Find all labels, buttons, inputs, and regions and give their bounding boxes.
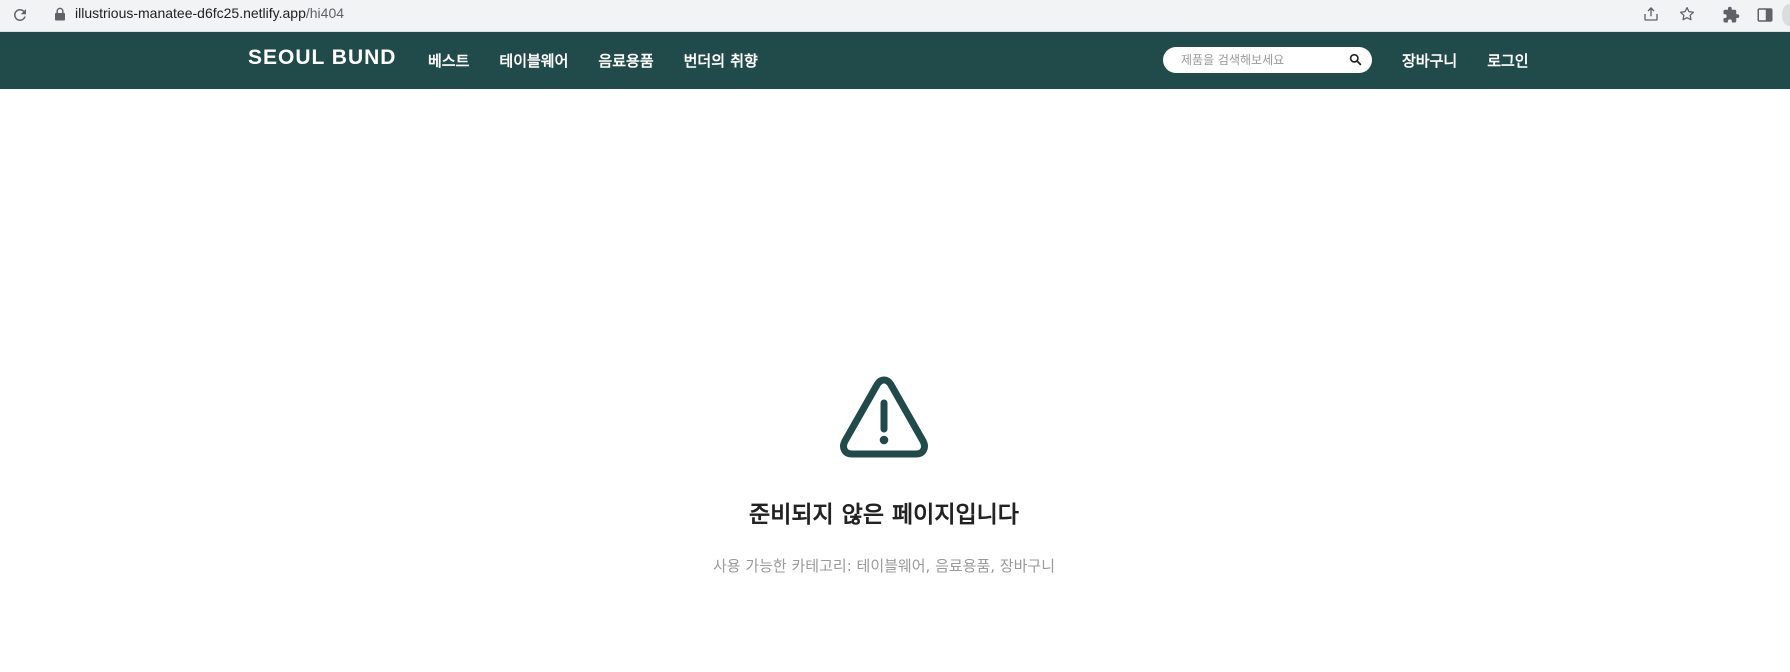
main-content: 준비되지 않은 페이지입니다 사용 가능한 카테고리: 테이블웨어, 음료용품,… [0, 89, 1790, 672]
warning-icon [840, 376, 928, 458]
search-box [1163, 47, 1372, 73]
puzzle-icon[interactable] [1722, 6, 1740, 24]
nav-item-drinkware[interactable]: 음료용품 [598, 50, 653, 71]
star-icon[interactable] [1678, 5, 1696, 23]
available-categories-text: 사용 가능한 카테고리: 테이블웨어, 음료용품, 장바구니 [712, 557, 1056, 575]
page-title: 준비되지 않은 페이지입니다 [749, 502, 1019, 528]
url-path: /hi404 [305, 5, 345, 21]
search-input[interactable] [1181, 51, 1341, 69]
side-panel-icon[interactable] [1756, 6, 1774, 24]
site-logo[interactable]: SEOUL BUND [248, 46, 396, 70]
url-text[interactable]: illustrious-manatee-d6fc25.netlify.app/h… [75, 5, 344, 21]
address-bar[interactable]: illustrious-manatee-d6fc25.netlify.app/h… [42, 1, 1710, 27]
nav-item-best[interactable]: 베스트 [428, 50, 469, 71]
nav-item-bunder-pick[interactable]: 번더의 취향 [684, 50, 758, 71]
lock-icon[interactable] [54, 7, 66, 21]
search-icon[interactable] [1349, 53, 1362, 66]
share-icon[interactable] [1642, 5, 1660, 23]
nav-item-tableware[interactable]: 테이블웨어 [499, 50, 568, 71]
browser-toolbar: illustrious-manatee-d6fc25.netlify.app/h… [0, 0, 1790, 32]
reload-icon[interactable] [11, 6, 29, 24]
cart-link[interactable]: 장바구니 [1402, 50, 1457, 71]
header-actions: 장바구니 로그인 [1402, 50, 1529, 71]
url-host: illustrious-manatee-d6fc25.netlify.app [75, 5, 306, 21]
site-header: SEOUL BUND 베스트 테이블웨어 음료용품 번더의 취향 장바구니 로그… [0, 32, 1790, 89]
profile-avatar[interactable] [1782, 4, 1790, 26]
main-nav: 베스트 테이블웨어 음료용품 번더의 취향 [428, 50, 758, 71]
login-link[interactable]: 로그인 [1487, 50, 1528, 71]
